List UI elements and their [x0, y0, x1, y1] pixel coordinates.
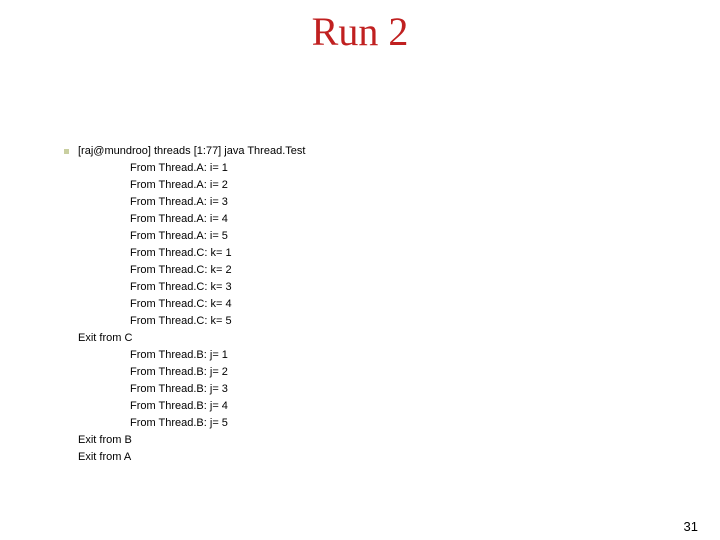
output-line: From Thread.A: i= 2	[78, 177, 305, 194]
output-line: Exit from B	[78, 432, 305, 449]
output-line: From Thread.B: j= 1	[78, 347, 305, 364]
bullet-icon	[64, 149, 69, 154]
command-line: [raj@mundroo] threads [1:77] java Thread…	[78, 143, 305, 160]
command-text: [raj@mundroo] threads [1:77] java Thread…	[78, 145, 305, 157]
output-line: From Thread.A: i= 3	[78, 194, 305, 211]
output-line: From Thread.B: j= 2	[78, 364, 305, 381]
output-line: From Thread.B: j= 3	[78, 381, 305, 398]
output-line: From Thread.C: k= 1	[78, 245, 305, 262]
slide-title: Run 2	[0, 8, 720, 55]
output-line: From Thread.C: k= 3	[78, 279, 305, 296]
output-line: From Thread.C: k= 2	[78, 262, 305, 279]
page-number: 31	[684, 519, 698, 534]
output-line: Exit from A	[78, 449, 305, 466]
code-output-block: [raj@mundroo] threads [1:77] java Thread…	[78, 143, 305, 466]
output-line: From Thread.A: i= 4	[78, 211, 305, 228]
output-line: From Thread.A: i= 1	[78, 160, 305, 177]
output-line: From Thread.A: i= 5	[78, 228, 305, 245]
output-line: From Thread.C: k= 5	[78, 313, 305, 330]
output-line: From Thread.B: j= 4	[78, 398, 305, 415]
output-line: Exit from C	[78, 330, 305, 347]
output-line: From Thread.B: j= 5	[78, 415, 305, 432]
output-line: From Thread.C: k= 4	[78, 296, 305, 313]
